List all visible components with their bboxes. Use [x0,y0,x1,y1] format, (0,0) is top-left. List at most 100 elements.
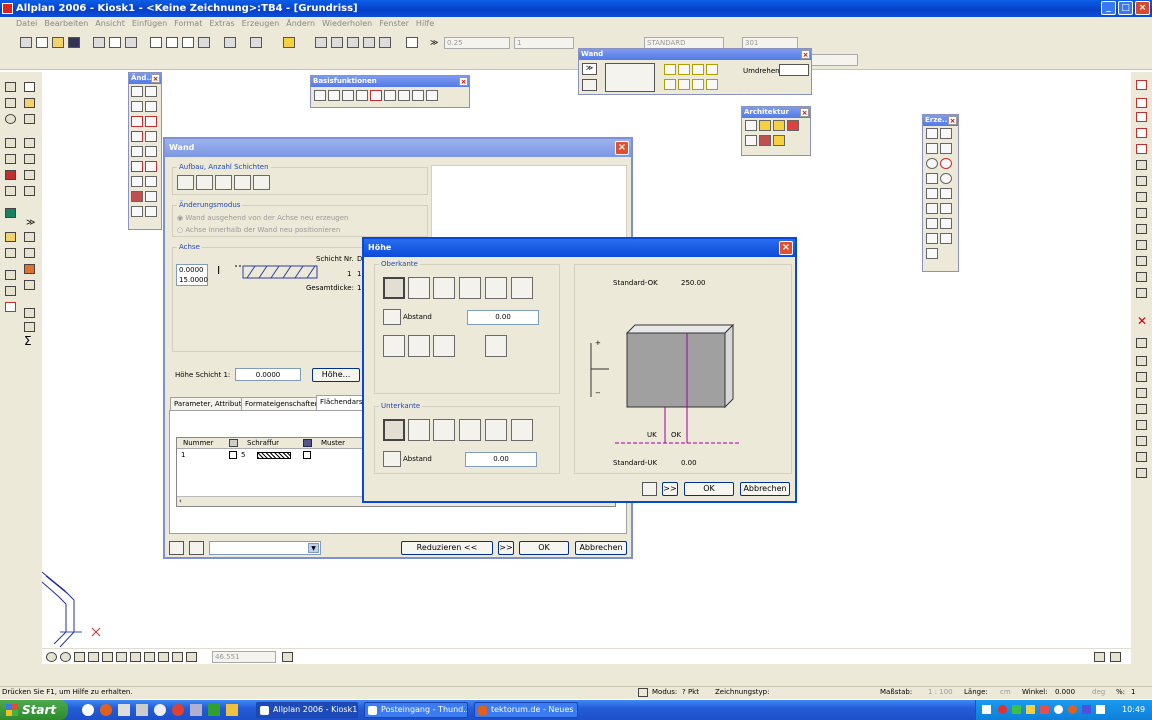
building-icon[interactable] [5,232,16,242]
quicklaunch-desktop-icon[interactable] [118,704,130,716]
window-icon[interactable] [5,98,16,108]
paste-icon[interactable] [182,37,194,48]
arch-stairs-icon[interactable] [759,135,771,146]
uk-triangle-icon[interactable] [433,419,455,441]
tray-clock[interactable]: 10:49 [1122,700,1145,720]
wand-more-button[interactable]: ≫ [582,63,597,75]
hoehe-dialog-close-icon[interactable]: × [779,241,793,255]
menu-aendern[interactable]: Ändern [286,19,315,28]
red-pen-icon[interactable] [1136,80,1147,90]
ok-slope-icon[interactable] [459,277,481,299]
hash-icon[interactable] [5,154,16,164]
format-painter-icon[interactable] [198,37,210,48]
menu-erzeugen[interactable]: Erzeugen [242,19,280,28]
view-icon[interactable] [24,82,35,92]
hash-grid-icon[interactable] [1136,436,1147,446]
erze-close-icon[interactable]: × [948,116,957,125]
hoehe-dialog-titlebar[interactable]: Höhe × [364,239,795,257]
dimension-icon[interactable] [24,248,35,258]
create-point-icon[interactable] [926,143,938,154]
wand-dialog-titlebar[interactable]: Wand × [165,139,631,157]
bracket-tool-icon[interactable] [426,90,438,101]
schraffur-checkbox[interactable] [229,451,237,459]
col-nummer[interactable]: Nummer [183,439,214,447]
line-tool-icon[interactable] [314,90,326,101]
tray-bluetooth-icon[interactable] [1082,705,1091,714]
muster-checkbox[interactable] [303,451,311,459]
window-tile-icon[interactable] [1110,652,1121,662]
layers-5-icon[interactable] [253,175,270,190]
menu-hilfe[interactable]: Hilfe [416,19,434,28]
create-cloud-icon[interactable] [940,203,952,214]
modify-grid-icon[interactable] [145,206,157,217]
brush-icon[interactable] [24,264,35,274]
create-polyline-icon[interactable] [940,128,952,139]
edit-grid-icon[interactable] [24,322,35,332]
expand-icon[interactable]: ≫ [26,218,35,228]
start-button[interactable]: Start [0,700,68,720]
modus-icon[interactable] [638,688,648,697]
layers-1-icon[interactable] [177,175,194,190]
reduzieren-button[interactable]: Reduzieren << [401,541,493,555]
architektur-close-icon[interactable]: × [800,108,809,117]
copy-icon[interactable] [166,37,178,48]
erze-title[interactable]: Erze... × [923,115,958,126]
view-3d-icon[interactable] [130,652,141,662]
tray-flag-icon[interactable] [1040,705,1049,714]
tray-volume-icon[interactable] [1026,705,1035,714]
line-type-combo[interactable]: 1 [514,37,574,49]
view-section-icon[interactable] [172,652,183,662]
create-rect-icon[interactable] [940,143,952,154]
hoehe-ok-button[interactable]: OK [684,482,734,496]
stack-icon[interactable] [5,186,16,196]
help-pointer-icon[interactable] [406,37,418,48]
step-icon[interactable] [1136,388,1147,398]
cut-icon[interactable] [150,37,162,48]
tray-help-icon[interactable] [982,705,991,714]
stack-win-icon[interactable] [1136,208,1147,218]
secondary-combo[interactable] [808,54,858,66]
quicklaunch-red-icon[interactable] [172,704,184,716]
parallel-tool-icon[interactable] [412,90,424,101]
wand-arc-shape-icon[interactable] [692,64,704,75]
view-zoom-in-icon[interactable] [46,652,57,662]
menu-bearbeiten[interactable]: Bearbeiten [44,19,88,28]
quicklaunch-yellow-icon[interactable] [226,704,238,716]
ok-down-icon[interactable] [408,277,430,299]
wand-poly-shape-icon[interactable] [692,79,704,90]
uk-fixed-icon[interactable] [383,419,405,441]
create-hatch-icon[interactable] [926,218,938,229]
tee-icon[interactable] [1136,404,1147,414]
arch-roof-icon[interactable] [787,120,799,131]
ok-incline-icon[interactable] [485,277,507,299]
ok-plane-icon[interactable] [485,335,507,357]
create-ellipse-icon[interactable] [940,173,952,184]
uk-slope-icon[interactable] [459,419,481,441]
create-polygon-icon[interactable] [926,173,938,184]
modify-line-icon[interactable] [131,86,143,97]
modify-trim-icon[interactable] [131,116,143,127]
label-tool-icon[interactable] [384,90,396,101]
create-fill-icon[interactable] [926,233,938,244]
scroll-left-icon[interactable]: ‹ [179,497,182,505]
hoehe-abbrechen-button[interactable]: Abbrechen [740,482,790,496]
tray-battery-icon[interactable] [1096,705,1105,714]
pen-tool-icon[interactable] [370,90,382,101]
modify-bars-icon[interactable] [145,191,157,202]
arch-wall-icon[interactable] [745,120,757,131]
view-forward-icon[interactable] [158,652,169,662]
diagonal-icon[interactable] [1136,468,1147,478]
wand-line-shape-icon[interactable] [664,64,676,75]
draw-tool-icon[interactable] [398,90,410,101]
uk-both-icon[interactable] [511,419,533,441]
grid-icon[interactable] [5,138,16,148]
modify-delete-icon[interactable] [131,131,143,142]
favorite-combo-arrow-icon[interactable]: ▼ [308,543,319,553]
achse-values-field[interactable]: 0.0000 15.0000 [176,264,208,286]
fence-icon[interactable] [315,37,327,48]
menu-einfuegen[interactable]: Einfügen [132,19,167,28]
view-zoom-out-icon[interactable] [60,652,71,662]
modify-corner-icon[interactable] [145,86,157,97]
ok-abstand-icon[interactable] [383,309,401,325]
tray-red-icon[interactable] [998,705,1007,714]
